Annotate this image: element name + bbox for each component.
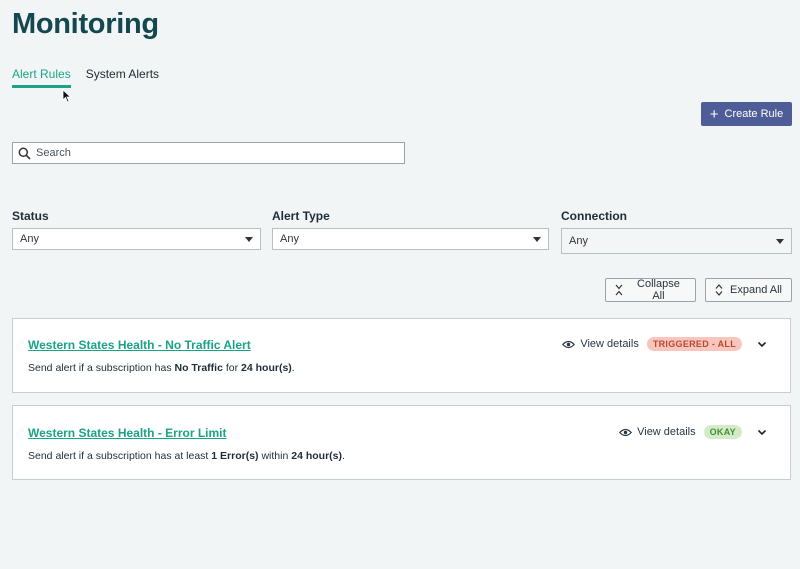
tab-alert-rules[interactable]: Alert Rules — [12, 67, 71, 88]
create-rule-label: Create Rule — [724, 108, 784, 120]
search-box — [12, 142, 405, 164]
alert-type-filter-label: Alert Type — [272, 209, 330, 223]
eye-icon — [619, 428, 633, 436]
plus-icon: + — [709, 105, 719, 123]
desc-text: . — [291, 362, 295, 374]
search-icon — [18, 147, 31, 160]
connection-select[interactable]: Any — [561, 228, 792, 254]
collapse-all-button[interactable]: Collapse All — [605, 278, 696, 302]
tab-bar: Alert Rules System Alerts — [12, 67, 159, 88]
caret-down-icon — [533, 236, 541, 242]
desc-duration: 24 hour(s) — [241, 362, 292, 374]
search-input[interactable] — [36, 147, 404, 159]
alert-type-select[interactable]: Any — [272, 228, 549, 250]
desc-text: Send alert if a subscription has at leas… — [28, 450, 212, 462]
rule-card: Western States Health - No Traffic Alert… — [12, 318, 791, 393]
connection-filter: Connection Any — [561, 209, 792, 254]
create-rule-button[interactable]: + Create Rule — [701, 102, 792, 126]
view-details-label: View details — [637, 426, 696, 438]
eye-icon — [562, 340, 576, 348]
expand-all-button[interactable]: Expand All — [705, 278, 792, 302]
desc-condition: No Traffic — [174, 362, 223, 374]
collapse-all-label: Collapse All — [637, 278, 680, 302]
expand-all-label: Expand All — [730, 284, 782, 296]
status-select[interactable]: Any — [12, 228, 261, 250]
view-details-label: View details — [580, 338, 639, 350]
desc-text: within — [258, 450, 292, 462]
status-filter-label: Status — [12, 209, 49, 223]
collapse-icon — [615, 284, 623, 296]
alert-type-select-value: Any — [280, 233, 299, 245]
status-badge: OKAY — [703, 425, 742, 439]
chevron-down-icon[interactable] — [756, 426, 768, 438]
rule-title-link[interactable]: Western States Health - No Traffic Alert — [28, 338, 251, 352]
page-title: Monitoring — [12, 8, 159, 40]
desc-text: for — [222, 362, 242, 374]
view-details-link[interactable]: View details — [562, 338, 639, 350]
rule-title-link[interactable]: Western States Health - Error Limit — [28, 426, 227, 440]
desc-text: . — [342, 450, 345, 462]
rule-description: Send alert if a subscription has at leas… — [28, 450, 345, 462]
rule-card: Western States Health - Error Limit View… — [12, 405, 791, 480]
desc-condition: 1 Error(s) — [211, 450, 259, 462]
view-details-link[interactable]: View details — [619, 426, 696, 438]
mouse-pointer-icon — [62, 89, 72, 103]
tab-system-alerts[interactable]: System Alerts — [86, 67, 159, 88]
connection-filter-label: Connection — [561, 209, 627, 223]
desc-duration: 24 hour(s) — [291, 450, 342, 462]
chevron-down-icon[interactable] — [756, 338, 768, 350]
desc-text: Send alert if a subscription has — [28, 362, 175, 374]
status-badge: TRIGGERED - ALL — [646, 337, 742, 351]
rule-description: Send alert if a subscription has No Traf… — [28, 362, 295, 374]
alert-type-filter: Alert Type Any — [272, 209, 549, 250]
expand-icon — [715, 284, 723, 296]
status-filter: Status Any — [12, 209, 261, 250]
caret-down-icon — [245, 236, 253, 242]
status-select-value: Any — [20, 233, 39, 245]
connection-select-value: Any — [569, 235, 588, 247]
caret-down-icon — [776, 238, 784, 244]
